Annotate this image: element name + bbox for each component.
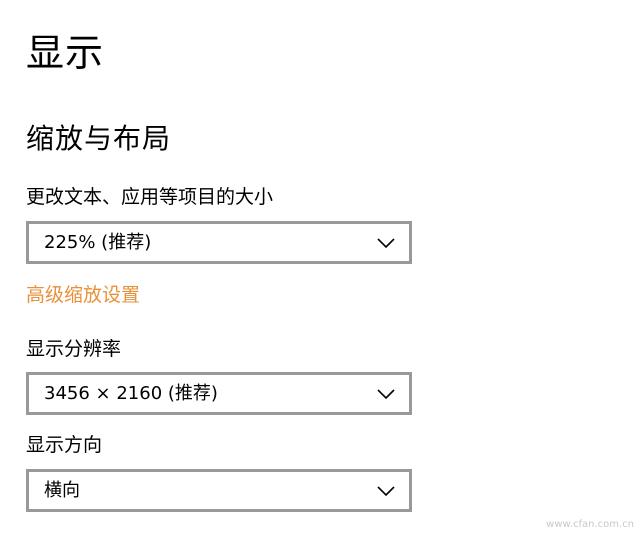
resolution-dropdown[interactable]: 3456 × 2160 (推荐) bbox=[26, 372, 412, 415]
orientation-dropdown-value: 横向 bbox=[44, 479, 80, 501]
section-title-scale-layout: 缩放与布局 bbox=[26, 122, 172, 155]
chevron-down-icon bbox=[375, 480, 397, 502]
advanced-scaling-link[interactable]: 高级缩放设置 bbox=[26, 282, 140, 308]
text-size-dropdown[interactable]: 225% (推荐) bbox=[26, 221, 412, 264]
orientation-dropdown[interactable]: 横向 bbox=[26, 469, 412, 512]
chevron-down-icon bbox=[375, 232, 397, 254]
resolution-dropdown-value: 3456 × 2160 (推荐) bbox=[44, 382, 218, 404]
chevron-down-icon bbox=[375, 383, 397, 405]
watermark: www.cfan.com.cn bbox=[546, 519, 634, 530]
orientation-label: 显示方向 bbox=[26, 434, 103, 456]
text-size-dropdown-value: 225% (推荐) bbox=[44, 231, 152, 253]
resolution-label: 显示分辨率 bbox=[26, 338, 122, 360]
page-title: 显示 bbox=[26, 31, 105, 75]
text-size-label: 更改文本、应用等项目的大小 bbox=[26, 186, 274, 208]
